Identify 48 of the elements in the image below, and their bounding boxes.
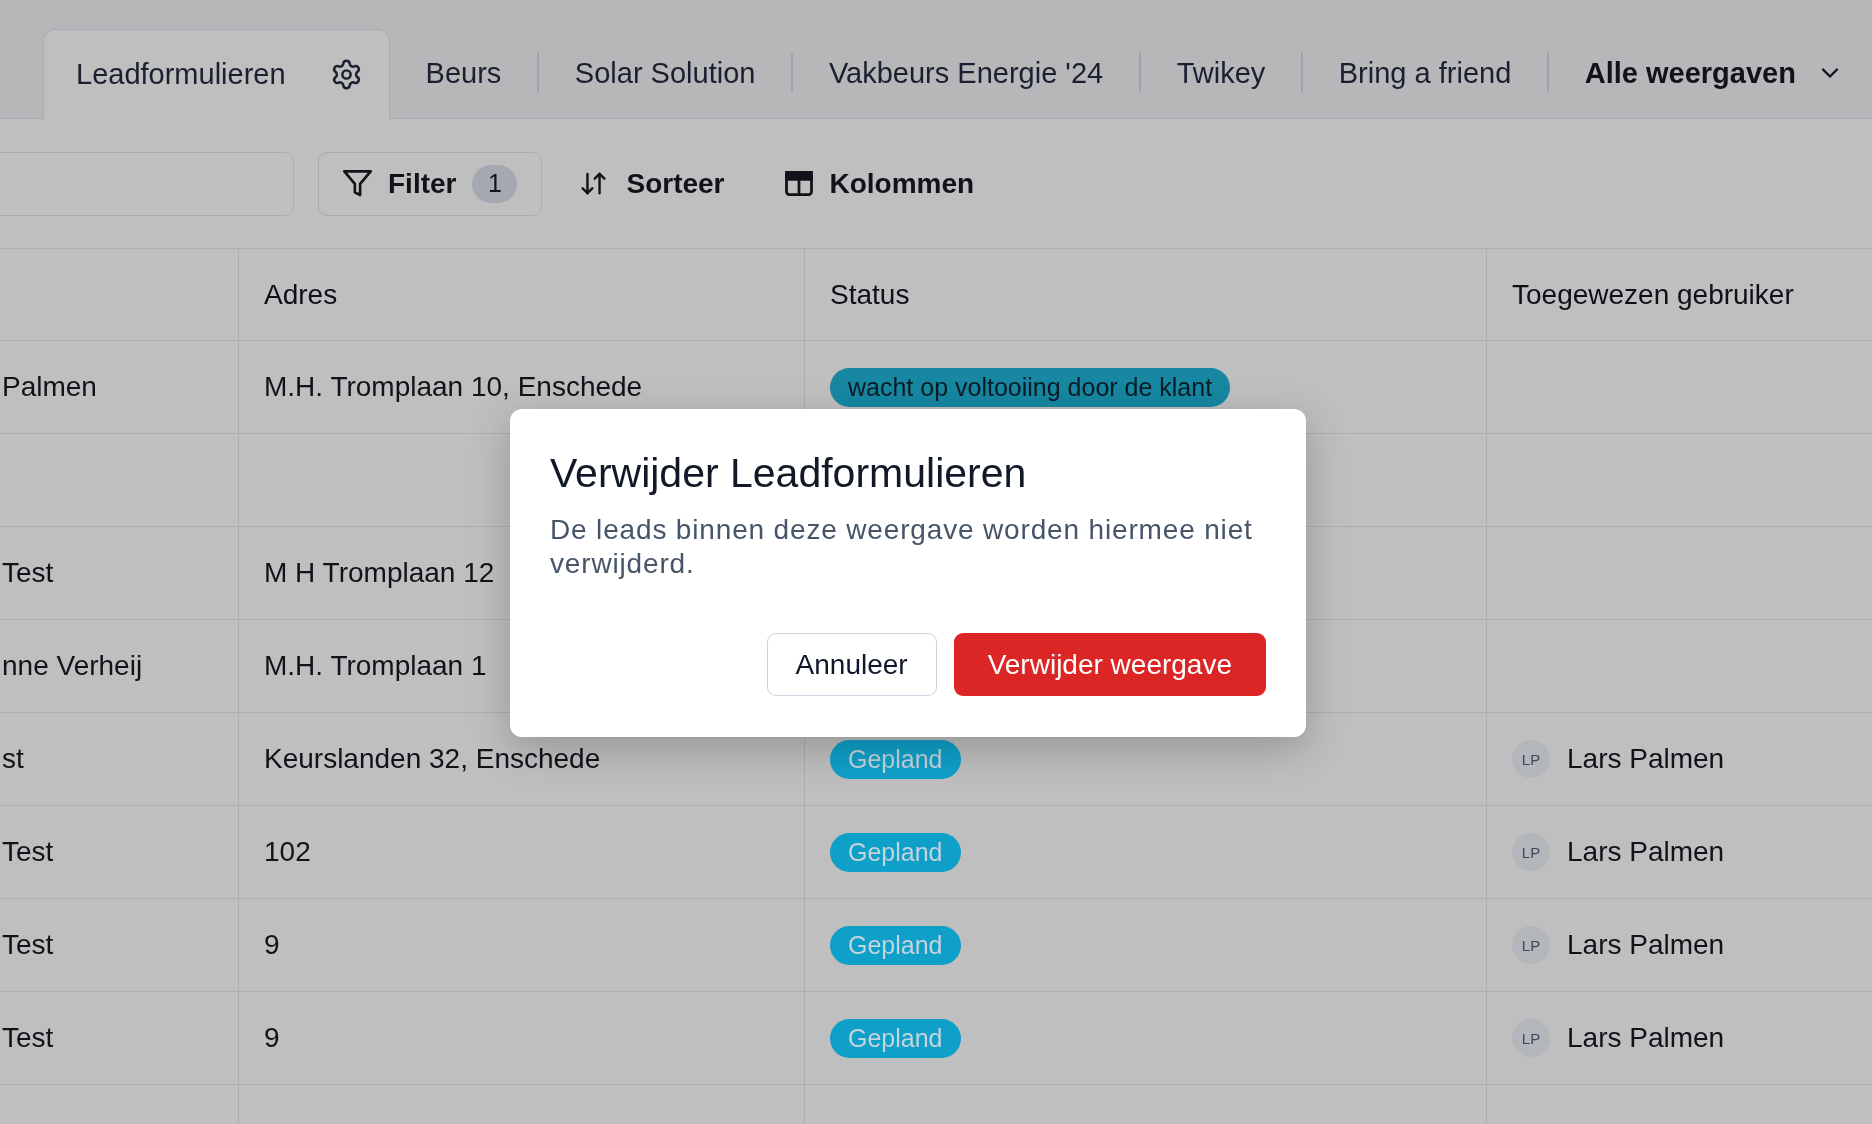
status-badge: wacht op voltooiing door de klant <box>830 367 1231 407</box>
status-badge: Gepland <box>830 739 961 779</box>
address-text: M.H. Tromplaan 1 <box>264 652 487 680</box>
name-text: Test <box>1 931 54 959</box>
user-name: Lars Palmen <box>1567 745 1725 773</box>
column-header: Toegewezen gebruiker <box>1512 280 1794 309</box>
filter-count: 1 <box>472 164 518 203</box>
user-avatar: LP <box>1512 926 1550 964</box>
filter-button[interactable]: Filter 1 <box>318 151 543 216</box>
view-tab[interactable]: Leadformulieren <box>43 29 390 119</box>
views-dropdown[interactable]: Alle weergaven <box>1584 58 1844 88</box>
user-avatar: LP <box>1512 833 1550 871</box>
columns-icon <box>784 171 813 196</box>
user-avatar: LP <box>1512 740 1550 778</box>
search-field[interactable] <box>0 151 294 216</box>
delete-button[interactable]: Verwijder weergave <box>953 633 1266 696</box>
view-tab[interactable]: Vakbeurs Energie '24 <box>828 58 1104 88</box>
view-tab[interactable]: Beurs <box>425 58 502 88</box>
cancel-button[interactable]: Annuleer <box>766 633 937 696</box>
name-text: Test <box>1 1024 54 1052</box>
user-name: Lars Palmen <box>1567 1024 1725 1052</box>
name-text: nne Verheij <box>1 652 143 680</box>
address-text: 102 <box>264 838 311 866</box>
user-name: Lars Palmen <box>1567 838 1725 866</box>
address-text: M H Tromplaan 12 <box>264 559 495 587</box>
column-header: Adres <box>264 280 338 309</box>
status-badge: Gepland <box>830 925 961 965</box>
address-text: 9 <box>264 1024 280 1052</box>
user-avatar: LP <box>1512 1019 1550 1057</box>
column-header: Status <box>830 280 910 309</box>
name-text: Test <box>1 559 54 587</box>
view-tab[interactable]: Bring a friend <box>1338 58 1512 88</box>
name-text: Palmen <box>1 373 97 401</box>
filter-icon <box>343 170 372 197</box>
columns-button[interactable]: Kolommen <box>784 169 975 198</box>
address-text: 9 <box>264 931 280 959</box>
dialog-title: Verwijder Leadformulieren <box>550 451 1028 495</box>
address-text: M.H. Tromplaan 10, Enschede <box>264 373 643 401</box>
status-badge: Gepland <box>830 1018 961 1058</box>
user-name: Lars Palmen <box>1567 931 1725 959</box>
sort-button[interactable]: Sorteer <box>579 169 725 198</box>
address-text: Keurslanden 32, Enschede <box>264 745 601 773</box>
dialog-message: De leads binnen deze weergave worden hiermee niet verwijderd. <box>550 513 1254 581</box>
view-tab[interactable]: Twikey <box>1176 58 1266 88</box>
name-text: st <box>1 745 24 773</box>
name-text: Test <box>1 838 54 866</box>
status-badge: Gepland <box>830 832 961 872</box>
view-tab[interactable]: Solar Solution <box>574 58 756 88</box>
